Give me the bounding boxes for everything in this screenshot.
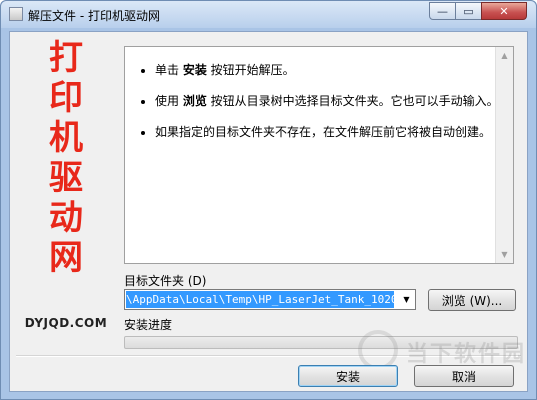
scroll-down-icon[interactable]: ▼	[496, 246, 513, 263]
install-progress-bar	[124, 336, 518, 349]
minimize-icon: —	[437, 4, 448, 18]
browse-button[interactable]: 浏览 (W)...	[428, 289, 516, 311]
brand-logo: 打 印 机 驱 动 网	[10, 38, 122, 278]
target-folder-combobox[interactable]: \AppData\Local\Temp\HP_LaserJet_Tank_102…	[124, 289, 416, 310]
instruction-item: 使用 浏览 按钮从目录树中选择目标文件夹。它也可以手动输入。	[155, 92, 510, 110]
instruction-item: 单击 安装 按钮开始解压。	[155, 61, 510, 79]
target-folder-label: 目标文件夹 (D)	[124, 274, 207, 288]
install-button[interactable]: 安装	[298, 365, 398, 387]
progress-label: 安装进度	[124, 318, 173, 332]
scroll-up-icon[interactable]: ▲	[496, 47, 513, 64]
brand-char: 打	[49, 38, 83, 78]
maximize-icon: ▭	[463, 4, 474, 18]
brand-char: 驱	[49, 158, 83, 198]
instruction-item: 如果指定的目标文件夹不存在，在文件解压前它将被自动创建。	[155, 123, 510, 141]
brand-char: 印	[49, 78, 83, 118]
minimize-button[interactable]: —	[429, 2, 456, 20]
brand-char: 动	[49, 198, 83, 238]
footer-divider	[16, 355, 521, 357]
brand-domain: DYJQD.COM	[24, 316, 108, 330]
title-bar[interactable]: 解压文件 - 打印机驱动网 — ▭ ✕	[1, 1, 536, 28]
chevron-down-icon[interactable]: ▼	[398, 290, 415, 309]
cancel-button[interactable]: 取消	[414, 365, 514, 387]
maximize-button[interactable]: ▭	[455, 2, 482, 20]
brand-char: 网	[49, 238, 83, 278]
installer-window: 解压文件 - 打印机驱动网 — ▭ ✕ 打 印 机 驱 动 网 DYJQD.CO…	[0, 0, 537, 400]
instructions-panel: 单击 安装 按钮开始解压。 使用 浏览 按钮从目录树中选择目标文件夹。它也可以手…	[124, 46, 514, 264]
close-button[interactable]: ✕	[481, 2, 527, 20]
close-icon: ✕	[499, 4, 509, 18]
brand-char: 机	[49, 118, 83, 158]
dialog-body: 打 印 机 驱 动 网 DYJQD.COM 单击 安装 按钮开始解压。 使用 浏…	[9, 31, 528, 392]
instructions-scrollbar[interactable]: ▲ ▼	[495, 47, 513, 263]
instructions-list: 单击 安装 按钮开始解压。 使用 浏览 按钮从目录树中选择目标文件夹。它也可以手…	[133, 61, 510, 154]
app-icon	[9, 7, 23, 21]
window-title: 解压文件 - 打印机驱动网	[28, 9, 160, 23]
target-folder-input[interactable]: \AppData\Local\Temp\HP_LaserJet_Tank_102…	[126, 291, 394, 308]
